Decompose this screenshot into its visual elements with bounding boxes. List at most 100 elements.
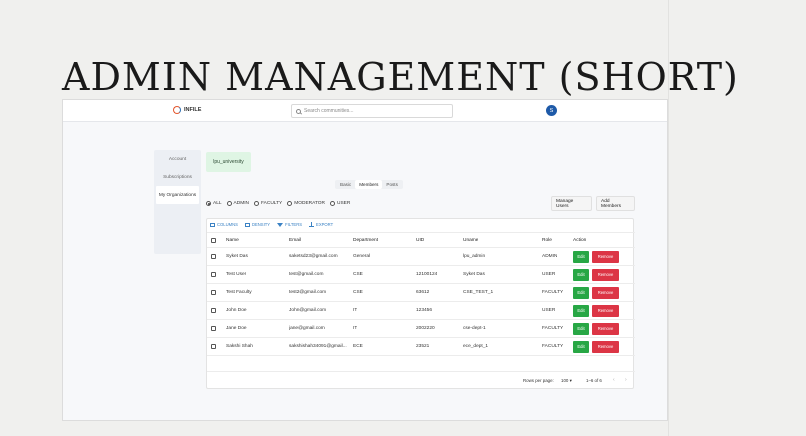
cell-name: Test User: [226, 272, 247, 277]
header-email[interactable]: Email: [289, 233, 347, 247]
cell-uid: 23521: [416, 344, 430, 349]
radio-moderator[interactable]: MODERATOR: [287, 201, 325, 206]
table-row[interactable]: Jane Doe jane@gmail.com IT 2002220 cse-dept-…: [207, 320, 635, 338]
remove-button[interactable]: Remove: [592, 340, 619, 353]
export-icon: [309, 221, 315, 227]
logo-icon: [173, 106, 181, 114]
header-action: Action: [573, 237, 587, 243]
filters-label: FILTERS: [285, 222, 303, 227]
cell-action: Edit Remove: [573, 248, 619, 265]
cell-email: jane@gmail.com: [289, 326, 325, 331]
cell-uname: ece_dept_1: [463, 344, 489, 349]
columns-button[interactable]: COLUMNS: [210, 222, 238, 227]
table-row[interactable]: Test User test@gmail.com CSE 12100124 Syket …: [207, 266, 635, 284]
rows-per-page-value: 100: [561, 378, 569, 383]
radio-icon: [287, 201, 293, 206]
radio-faculty[interactable]: FACULTY: [254, 201, 282, 206]
radio-user[interactable]: USER: [330, 201, 350, 206]
cell-department: General: [353, 254, 371, 259]
rows-per-page-select[interactable]: 100 ▾: [561, 378, 572, 384]
table-row[interactable]: Syket Das saketsd23@gmail.com General lpu_a…: [207, 248, 635, 266]
edit-button[interactable]: Edit: [573, 250, 589, 263]
sidebar-item-my-organizations[interactable]: My Organizations: [156, 186, 199, 204]
export-button[interactable]: EXPORT: [309, 221, 333, 227]
search-icon: [296, 108, 301, 114]
radio-label: FACULTY: [261, 201, 283, 206]
remove-button[interactable]: Remove: [592, 322, 619, 335]
manage-users-button[interactable]: Manage Users: [551, 196, 592, 211]
filters-button[interactable]: FILTERS: [277, 222, 302, 227]
table-row[interactable]: Test Faculty test2@gmail.com CSE 63612 CSE_T…: [207, 284, 635, 302]
page-range: 1–6 of 6: [586, 378, 602, 383]
radio-admin[interactable]: ADMIN: [226, 201, 250, 206]
table-row[interactable]: Sakshi Shah sakshishah34091@gmail.... ECE 2…: [207, 338, 635, 356]
top-navbar: INFILE S: [63, 100, 667, 122]
tab-basic[interactable]: Basic: [336, 180, 355, 189]
slide-title: ADMIN MANAGEMENT (SHORT): [62, 55, 739, 99]
table-row[interactable]: John Doe John@gmail.com IT 123456 USER Edit Re…: [207, 302, 635, 320]
edit-button[interactable]: Edit: [573, 286, 589, 299]
remove-button[interactable]: Remove: [592, 268, 619, 281]
row-checkbox[interactable]: [211, 308, 216, 313]
slide-divider: [668, 0, 669, 436]
cell-email: test2@gmail.com: [289, 290, 327, 295]
row-checkbox[interactable]: [211, 290, 216, 295]
organization-chip[interactable]: lpu_university: [206, 152, 251, 172]
radio-label: ALL: [213, 201, 222, 206]
header-role[interactable]: Role: [542, 233, 552, 247]
remove-button[interactable]: Remove: [592, 250, 619, 263]
row-checkbox[interactable]: [211, 344, 216, 349]
avatar[interactable]: S: [546, 105, 557, 116]
prev-page-button[interactable]: ‹: [613, 377, 615, 383]
cell-action: Edit Remove: [573, 320, 619, 337]
tab-members[interactable]: Members: [355, 180, 383, 189]
edit-button[interactable]: Edit: [573, 268, 589, 281]
cell-email: saketsd23@gmail.com: [289, 254, 338, 259]
sidebar-item-subscriptions[interactable]: Subscriptions: [154, 168, 201, 186]
row-checkbox[interactable]: [211, 326, 216, 331]
radio-label: USER: [337, 201, 351, 206]
row-checkbox[interactable]: [211, 272, 216, 277]
cell-email: sakshishah34091@gmail....: [289, 344, 347, 349]
cell-action: Edit Remove: [573, 266, 619, 283]
remove-button[interactable]: Remove: [592, 304, 619, 317]
columns-icon: [210, 222, 215, 227]
sidebar-item-account[interactable]: Account: [154, 150, 201, 168]
cell-uname: lpu_admin: [463, 254, 486, 259]
brand-logo[interactable]: INFILE: [173, 106, 201, 114]
edit-button[interactable]: Edit: [573, 304, 589, 317]
row-checkbox[interactable]: [211, 254, 216, 259]
radio-all[interactable]: ALL: [206, 201, 222, 206]
next-page-button[interactable]: ›: [625, 377, 627, 383]
chevron-down-icon: ▾: [569, 378, 572, 383]
org-tabs: Basic Members Posts: [335, 180, 403, 189]
remove-button[interactable]: Remove: [592, 286, 619, 299]
density-icon: [244, 222, 250, 227]
cell-role: FACULTY: [542, 344, 564, 349]
cell-department: IT: [353, 326, 358, 331]
cell-role: USER: [542, 272, 556, 277]
radio-icon: [226, 201, 232, 206]
add-members-button[interactable]: Add Members: [596, 196, 635, 211]
search-bar[interactable]: [291, 104, 453, 118]
radio-icon: [330, 201, 335, 206]
cell-uname: cse-dept-1: [463, 326, 486, 331]
cell-name: Syket Das: [226, 254, 248, 259]
header-uname[interactable]: Uname: [463, 233, 478, 247]
cell-action: Edit Remove: [573, 338, 619, 355]
edit-button[interactable]: Edit: [573, 322, 589, 335]
radio-label: ADMIN: [233, 201, 250, 206]
header-department[interactable]: Department: [353, 233, 378, 247]
select-all-checkbox[interactable]: [211, 237, 216, 243]
header-name[interactable]: Name: [226, 233, 239, 247]
tab-posts[interactable]: Posts: [382, 180, 402, 189]
rows-per-page-label: Rows per page:: [523, 378, 554, 383]
cell-name: Sakshi Shah: [226, 344, 253, 349]
brand-name: INFILE: [184, 107, 202, 113]
cell-action: Edit Remove: [573, 302, 619, 319]
density-label: DENSITY: [251, 222, 271, 227]
header-uid[interactable]: UID: [416, 233, 424, 247]
search-input[interactable]: [304, 108, 444, 114]
density-button[interactable]: DENSITY: [244, 222, 271, 227]
edit-button[interactable]: Edit: [573, 340, 589, 353]
